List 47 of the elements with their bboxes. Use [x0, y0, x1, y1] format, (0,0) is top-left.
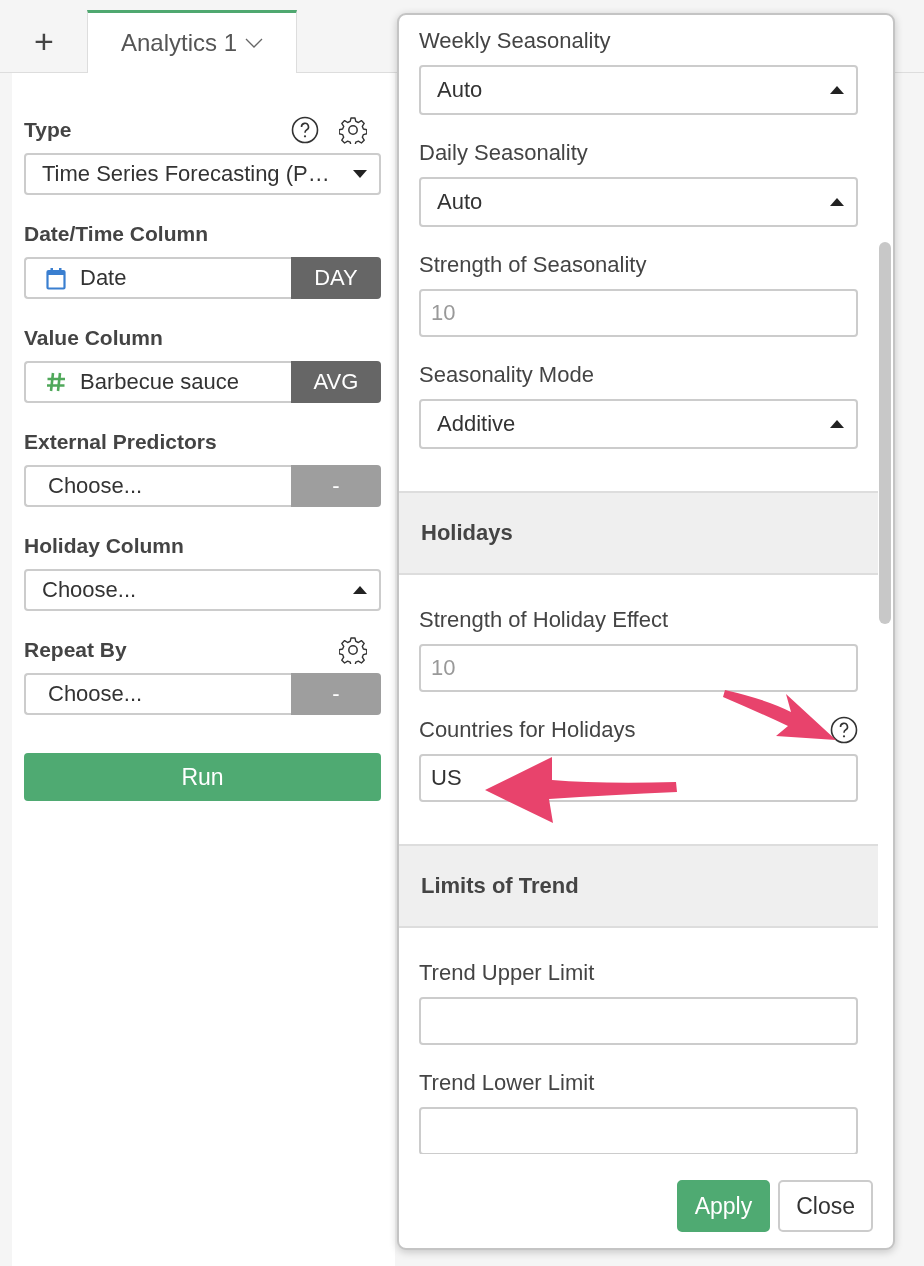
help-icon[interactable] — [291, 116, 319, 144]
settings-icon[interactable] — [339, 116, 367, 144]
calendar-icon — [46, 266, 66, 290]
input-field[interactable] — [419, 1107, 859, 1154]
input-field[interactable] — [419, 997, 859, 1045]
chevron-down-icon — [245, 38, 264, 48]
column-select-field[interactable]: Choose... — [24, 465, 291, 507]
help-icon[interactable] — [830, 716, 859, 744]
field-label: Holiday Column — [24, 534, 184, 558]
close-button[interactable]: Close — [778, 1180, 873, 1232]
caret-up-icon — [830, 420, 845, 428]
field-label: Strength of Holiday Effect — [419, 607, 669, 633]
section-header: Limits of Trend — [399, 844, 879, 928]
select-field[interactable]: Time Series Forecasting (P… — [24, 153, 381, 195]
select-field[interactable]: Auto — [419, 65, 859, 115]
caret-up-icon — [830, 86, 845, 94]
hash-icon — [46, 372, 66, 392]
field-label: Countries for Holidays — [419, 717, 636, 743]
field-label: Value Column — [24, 326, 163, 350]
select-field[interactable]: Additive — [419, 399, 859, 449]
field-label: Repeat By — [24, 638, 127, 662]
analytics-tab[interactable]: Analytics 1 — [87, 10, 297, 73]
column-select-field[interactable]: Choose... — [24, 673, 291, 715]
input-field[interactable]: 10 — [419, 644, 859, 692]
select-field[interactable]: Auto — [419, 177, 859, 227]
caret-down-icon — [353, 170, 367, 178]
column-select-field[interactable]: Date — [24, 257, 291, 299]
field-label: Type — [24, 118, 72, 142]
field-label: Trend Upper Limit — [419, 960, 595, 986]
section-header: Holidays — [399, 491, 879, 575]
field-label: Strength of Seasonality — [419, 252, 647, 278]
caret-up-icon — [353, 586, 367, 594]
field-label: Trend Lower Limit — [419, 1070, 595, 1096]
input-field[interactable]: 10 — [419, 289, 859, 337]
scrollbar-thumb[interactable] — [879, 242, 892, 624]
caret-up-icon — [830, 198, 845, 206]
aggregation-button[interactable]: AVG — [291, 361, 381, 403]
settings-icon[interactable] — [339, 636, 367, 664]
field-label: Weekly Seasonality — [419, 28, 611, 54]
field-label: Daily Seasonality — [419, 140, 588, 166]
add-tab-button[interactable]: + — [12, 10, 76, 72]
field-label: Date/Time Column — [24, 222, 208, 246]
field-label: External Predictors — [24, 430, 217, 454]
field-label: Seasonality Mode — [419, 362, 594, 388]
select-field[interactable]: Choose... — [24, 569, 381, 611]
aggregation-button[interactable]: DAY — [291, 257, 381, 299]
column-select-field[interactable]: Barbecue sauce — [24, 361, 291, 403]
